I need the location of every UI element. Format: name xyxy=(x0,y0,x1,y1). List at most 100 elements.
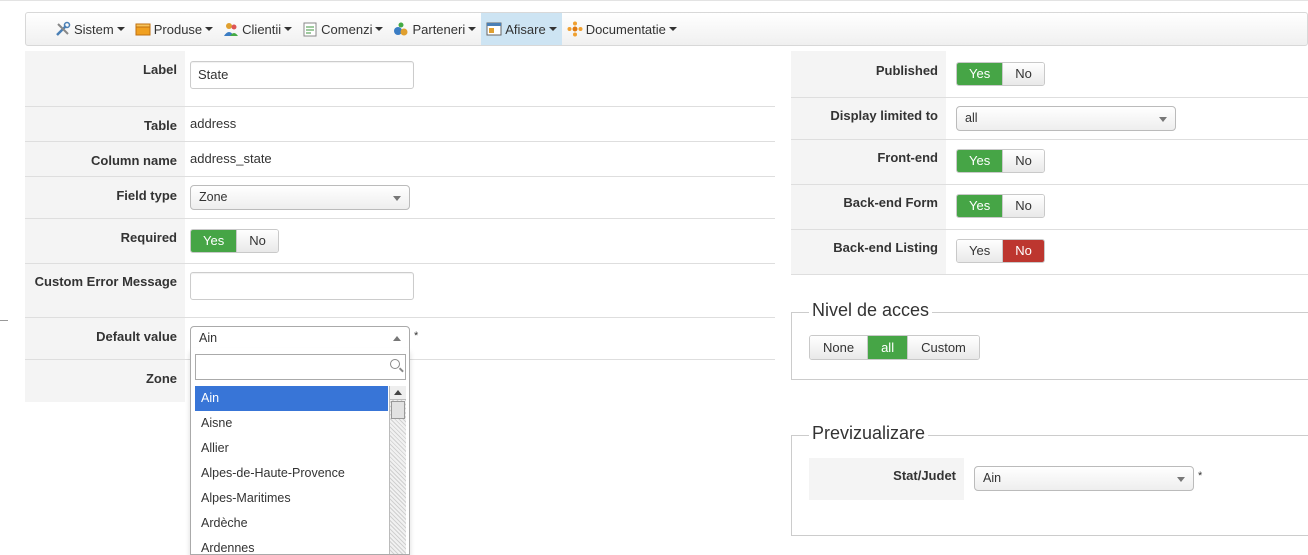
dropdown-option[interactable]: Ardèche xyxy=(195,511,388,536)
dropdown-option[interactable]: Aisne xyxy=(195,411,388,436)
menu-comenzi[interactable]: Comenzi xyxy=(297,13,388,45)
select-value: all xyxy=(965,111,978,125)
select-value: Ain xyxy=(199,331,218,345)
top-divider xyxy=(0,0,1308,1)
select-value: Zone xyxy=(199,190,228,204)
required-no-button[interactable]: No xyxy=(236,230,278,252)
field-label: Default value xyxy=(25,318,185,359)
field-label: Column name xyxy=(25,142,185,176)
required-yes-button[interactable]: Yes xyxy=(191,230,237,252)
dropdown-option[interactable]: Alpes-de-Haute-Provence xyxy=(195,461,388,486)
orders-icon xyxy=(302,21,318,37)
row-backend-form: Back-end Form xyxy=(791,185,1308,230)
frontend-toggle: Yes No xyxy=(956,149,1045,173)
field-label: Published xyxy=(791,51,946,97)
access-custom-button[interactable]: Custom xyxy=(907,336,979,359)
access-level-buttons: None all Custom xyxy=(809,335,980,360)
field-label: Zone xyxy=(25,360,185,402)
display-icon xyxy=(486,21,502,37)
menu-label: Afisare xyxy=(505,21,546,37)
menu-label: Parteneri xyxy=(412,21,466,37)
row-table: Table xyxy=(25,107,775,142)
published-toggle: Yes No xyxy=(956,62,1045,86)
chevron-up-icon xyxy=(393,336,401,341)
display-limited-select[interactable]: all xyxy=(956,106,1176,131)
backend-form-yes-button[interactable]: Yes xyxy=(957,195,1003,217)
required-asterisk: * xyxy=(1198,470,1203,482)
menu-documentatie[interactable]: Documentatie xyxy=(562,13,682,45)
row-frontend: Front-end xyxy=(791,140,1308,185)
row-required: Required xyxy=(25,219,775,264)
custom-error-input[interactable] xyxy=(190,272,414,300)
users-icon xyxy=(223,21,239,37)
field-label: Required xyxy=(25,219,185,263)
field-label: Field type xyxy=(25,177,185,218)
search-icon xyxy=(390,359,400,369)
tools-icon xyxy=(55,21,71,37)
select-value: Ain xyxy=(983,471,1002,485)
caret-down-icon xyxy=(668,27,677,31)
chevron-down-icon xyxy=(393,196,401,201)
menu-sistem[interactable]: Sistem xyxy=(50,13,130,45)
menu-label: Documentatie xyxy=(585,21,666,37)
main-menubar: Sistem Produse Clientii Comenzi Partener… xyxy=(25,12,1308,46)
menu-clientii[interactable]: Clientii xyxy=(218,13,297,45)
field-label: Front-end xyxy=(791,140,946,184)
dropdown-option[interactable]: Allier xyxy=(195,436,388,461)
field-label: Custom Error Message xyxy=(25,264,185,317)
field-label: Stat/Judet xyxy=(809,458,964,500)
preview-state-select[interactable]: Ain xyxy=(974,466,1194,491)
caret-down-icon xyxy=(375,27,384,31)
caret-down-icon xyxy=(284,27,293,31)
help-icon xyxy=(567,21,583,37)
row-column-name: Column name xyxy=(25,142,775,177)
partners-icon xyxy=(393,21,409,37)
menu-afisare[interactable]: Afisare xyxy=(481,13,562,45)
frontend-yes-button[interactable]: Yes xyxy=(957,150,1003,172)
caret-down-icon xyxy=(205,27,214,31)
dropdown-options: Ain Aisne Allier Alpes-de-Haute-Provence… xyxy=(195,386,388,554)
field-label: Label xyxy=(25,51,185,106)
required-asterisk: * xyxy=(414,330,419,342)
field-label: Display limited to xyxy=(791,98,946,139)
field-label: Back-end Form xyxy=(791,185,946,229)
access-legend: Nivel de acces xyxy=(809,300,933,321)
dropdown-option[interactable]: Alpes-Maritimes xyxy=(195,486,388,511)
access-none-button[interactable]: None xyxy=(810,336,868,359)
dropdown-option[interactable]: Ardennes xyxy=(195,536,388,554)
access-all-button[interactable]: all xyxy=(867,336,908,359)
published-yes-button[interactable]: Yes xyxy=(957,63,1003,85)
backend-listing-no-button[interactable]: No xyxy=(1002,240,1044,262)
default-value-dropdown: Ain Aisne Allier Alpes-de-Haute-Provence… xyxy=(190,348,410,555)
published-no-button[interactable]: No xyxy=(1002,63,1044,85)
chevron-down-icon xyxy=(1159,117,1167,122)
menu-parteneri[interactable]: Parteneri xyxy=(388,13,481,45)
row-backend-listing: Back-end Listing xyxy=(791,230,1308,275)
table-value: address xyxy=(190,116,237,131)
backend-form-no-button[interactable]: No xyxy=(1002,195,1044,217)
dropdown-search-input[interactable] xyxy=(195,354,406,380)
frontend-no-button[interactable]: No xyxy=(1002,150,1044,172)
scroll-thumb[interactable] xyxy=(391,401,405,419)
menu-produse[interactable]: Produse xyxy=(130,13,218,45)
scroll-up-icon[interactable] xyxy=(390,386,406,400)
backend-listing-toggle: Yes No xyxy=(956,239,1045,263)
dropdown-scrollbar[interactable] xyxy=(389,386,406,554)
edge-mark xyxy=(0,320,8,321)
backend-form-toggle: Yes No xyxy=(956,194,1045,218)
required-toggle: Yes No xyxy=(190,229,279,253)
column-name-value: address_state xyxy=(190,151,272,166)
caret-down-icon xyxy=(116,27,125,31)
label-input[interactable]: State xyxy=(190,61,414,89)
field-type-select[interactable]: Zone xyxy=(190,185,410,210)
preview-legend: Previzualizare xyxy=(809,423,929,444)
menu-label: Comenzi xyxy=(321,21,373,37)
menu-label: Produse xyxy=(153,21,203,37)
dropdown-option[interactable]: Ain xyxy=(195,386,388,411)
field-label: Table xyxy=(25,107,185,141)
backend-listing-yes-button[interactable]: Yes xyxy=(957,240,1003,262)
caret-down-icon xyxy=(468,27,477,31)
row-published: Published xyxy=(791,51,1308,98)
menu-label: Clientii xyxy=(242,21,282,37)
chevron-down-icon xyxy=(1177,477,1185,482)
